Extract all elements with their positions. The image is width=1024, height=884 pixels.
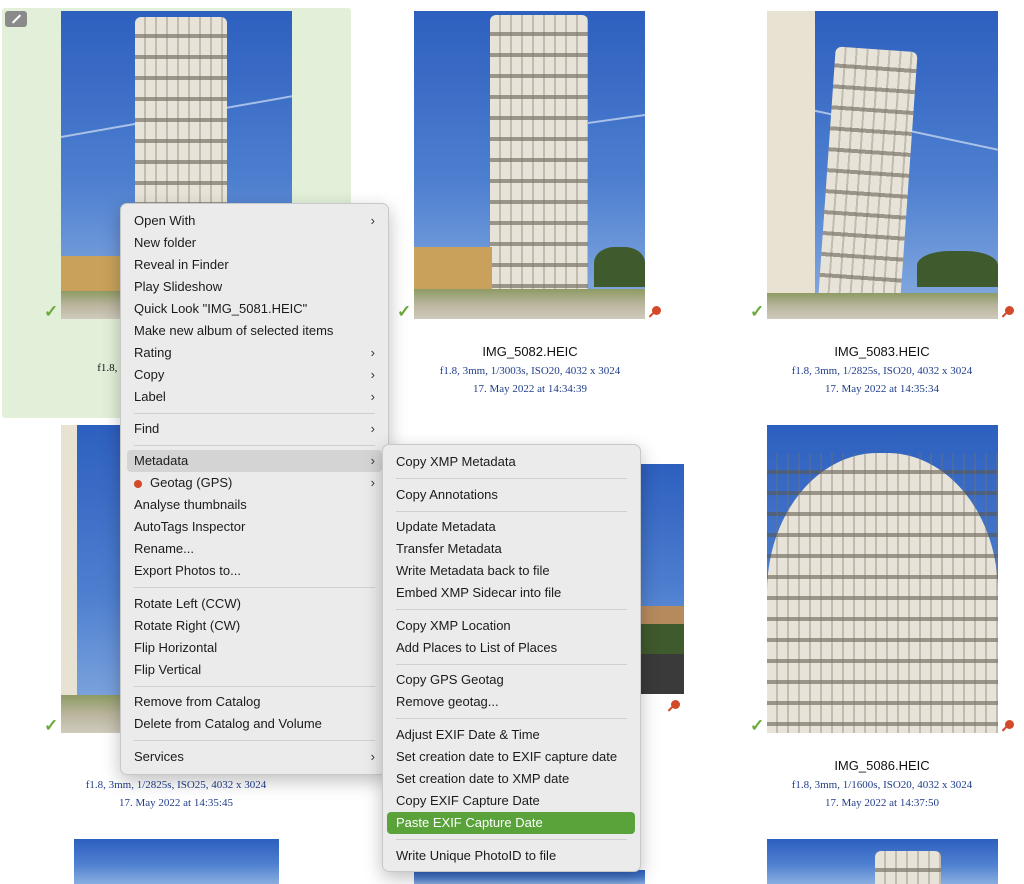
photo-thumbnail[interactable]	[61, 425, 121, 733]
menu-item-remove-from-catalog[interactable]: Remove from Catalog	[134, 691, 375, 713]
submenu-item-set-creation-xmp[interactable]: Set creation date to XMP date	[396, 768, 569, 790]
metadata-submenu: Copy XMP Metadata Copy Annotations Updat…	[382, 444, 641, 872]
menu-item-flip-horizontal[interactable]: Flip Horizontal	[134, 637, 375, 659]
menu-item-rotate-left[interactable]: Rotate Left (CCW)	[134, 593, 375, 615]
submenu-item-copy-xmp-location[interactable]: Copy XMP Location	[396, 615, 511, 637]
photo-thumbnail[interactable]	[767, 839, 998, 884]
submenu-item-write-unique-photoid[interactable]: Write Unique PhotoID to file	[396, 845, 556, 867]
menu-item-copy[interactable]: Copy ›	[134, 364, 375, 386]
photo-thumbnail[interactable]	[767, 425, 998, 733]
edit-icon[interactable]	[5, 11, 27, 27]
submenu-item-embed-xmp-sidecar[interactable]: Embed XMP Sidecar into file	[396, 582, 561, 604]
menu-item-reveal-in-finder[interactable]: Reveal in Finder	[134, 254, 375, 276]
pin-icon	[1003, 718, 1016, 731]
menu-item-new-folder[interactable]: New folder	[134, 232, 375, 254]
menu-separator	[396, 478, 627, 479]
menu-item-analyse-thumbnails[interactable]: Analyse thumbnails	[134, 494, 375, 516]
photo-exif: f1.8, 3mm, 1/3003s, ISO20, 4032 x 3024	[439, 365, 621, 377]
menu-item-metadata[interactable]: Metadata ›	[134, 450, 375, 472]
menu-item-delete-from-catalog[interactable]: Delete from Catalog and Volume	[134, 713, 375, 735]
menu-separator	[396, 511, 627, 512]
menu-separator	[396, 609, 627, 610]
file-name: IMG_5086.HEIC	[834, 758, 930, 773]
menu-item-open-with[interactable]: Open With ›	[134, 210, 375, 232]
menu-separator	[396, 664, 627, 665]
menu-item-quick-look[interactable]: Quick Look "IMG_5081.HEIC"	[134, 298, 375, 320]
photo-thumbnail[interactable]	[414, 11, 645, 319]
menu-item-make-album[interactable]: Make new album of selected items	[134, 320, 375, 342]
pin-icon	[1003, 304, 1016, 317]
menu-item-rotate-right[interactable]: Rotate Right (CW)	[134, 615, 375, 637]
submenu-item-update-metadata[interactable]: Update Metadata	[396, 516, 496, 538]
menu-item-flip-vertical[interactable]: Flip Vertical	[134, 659, 375, 681]
submenu-item-set-creation-exif[interactable]: Set creation date to EXIF capture date	[396, 746, 617, 768]
menu-item-services[interactable]: Services ›	[134, 746, 375, 768]
photo-thumbnail[interactable]	[414, 870, 645, 884]
chevron-right-icon: ›	[370, 345, 375, 360]
pin-icon	[134, 479, 142, 488]
photo-date: 17. May 2022 at 14:35:34	[825, 383, 939, 395]
submenu-item-adjust-exif-date[interactable]: Adjust EXIF Date & Time	[396, 724, 540, 746]
menu-separator	[396, 718, 627, 719]
menu-separator	[134, 587, 375, 588]
photo-date: 17. May 2022 at 14:34:39	[473, 383, 587, 395]
menu-item-export-photos[interactable]: Export Photos to...	[134, 560, 375, 582]
chevron-right-icon: ›	[370, 367, 375, 382]
check-icon[interactable]: ✓	[44, 716, 58, 736]
submenu-item-add-places[interactable]: Add Places to List of Places	[396, 637, 557, 659]
file-name: IMG_5082.HEIC	[482, 344, 578, 359]
chevron-right-icon: ›	[370, 749, 375, 764]
chevron-right-icon: ›	[370, 475, 375, 490]
photo-exif: f1.8, 3mm, 1/1600s, ISO20, 4032 x 3024	[791, 779, 973, 791]
menu-item-rating[interactable]: Rating ›	[134, 342, 375, 364]
check-icon[interactable]: ✓	[750, 716, 764, 736]
photo-exif: f1.8, 3mm, 1/2825s, ISO20, 4032 x 3024	[791, 365, 973, 377]
check-icon[interactable]: ✓	[750, 302, 764, 322]
photo-exif: f1.8, 3mm, 1/2825s, ISO25, 4032 x 3024	[85, 779, 267, 791]
menu-separator	[134, 445, 375, 446]
chevron-right-icon: ›	[370, 213, 375, 228]
menu-item-rename[interactable]: Rename...	[134, 538, 375, 560]
photo-thumbnail[interactable]	[767, 11, 998, 319]
menu-separator	[134, 686, 375, 687]
pin-icon	[669, 698, 682, 711]
menu-separator	[396, 839, 627, 840]
file-name: IMG_5083.HEIC	[834, 344, 930, 359]
menu-item-find[interactable]: Find ›	[134, 418, 375, 440]
submenu-item-paste-exif-capture-date[interactable]: Paste EXIF Capture Date	[396, 812, 543, 834]
menu-item-play-slideshow[interactable]: Play Slideshow	[134, 276, 375, 298]
submenu-item-transfer-metadata[interactable]: Transfer Metadata	[396, 538, 502, 560]
photo-date: 17. May 2022 at 14:37:50	[825, 797, 939, 809]
submenu-item-copy-xmp-metadata[interactable]: Copy XMP Metadata	[396, 451, 516, 473]
pin-icon	[650, 304, 663, 317]
context-menu: Open With › New folder Reveal in Finder P…	[120, 203, 389, 775]
chevron-right-icon: ›	[370, 389, 375, 404]
submenu-item-copy-gps-geotag[interactable]: Copy GPS Geotag	[396, 669, 504, 691]
menu-item-autotags-inspector[interactable]: AutoTags Inspector	[134, 516, 375, 538]
menu-item-label[interactable]: Label ›	[134, 386, 375, 408]
photo-thumbnail[interactable]	[74, 839, 279, 884]
submenu-item-copy-annotations[interactable]: Copy Annotations	[396, 484, 498, 506]
chevron-right-icon: ›	[370, 453, 375, 468]
submenu-item-write-metadata-back[interactable]: Write Metadata back to file	[396, 560, 550, 582]
submenu-item-copy-exif-capture-date[interactable]: Copy EXIF Capture Date	[396, 790, 540, 812]
check-icon[interactable]: ✓	[397, 302, 411, 322]
menu-separator	[134, 740, 375, 741]
menu-separator	[134, 413, 375, 414]
check-icon[interactable]: ✓	[44, 302, 58, 322]
menu-item-geotag[interactable]: Geotag (GPS) ›	[134, 472, 375, 494]
photo-thumbnail[interactable]	[640, 464, 684, 694]
chevron-right-icon: ›	[370, 421, 375, 436]
submenu-item-remove-geotag[interactable]: Remove geotag...	[396, 691, 499, 713]
photo-date: 17. May 2022 at 14:35:45	[119, 797, 233, 809]
